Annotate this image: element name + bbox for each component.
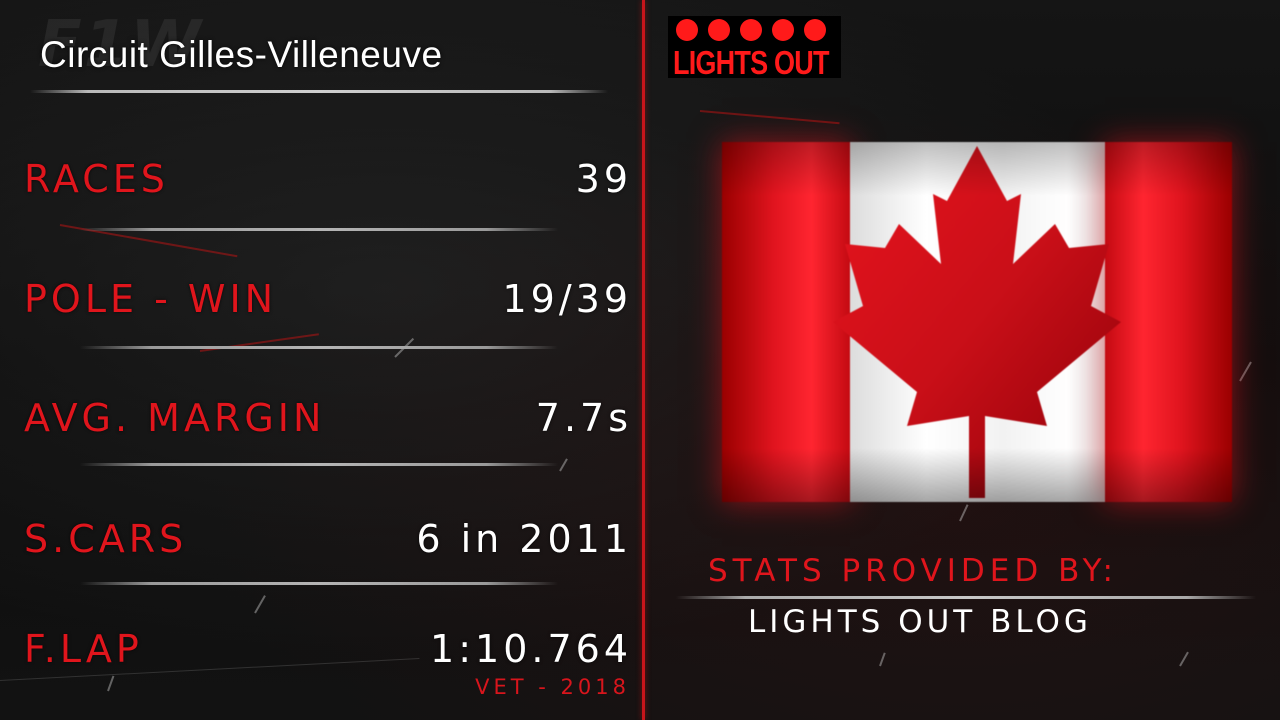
stat-label-safety-cars: S.CARS <box>24 517 188 561</box>
stat-divider <box>80 346 558 349</box>
stat-divider <box>80 463 558 466</box>
lights-out-logo: LIGHTS OUT <box>668 16 841 81</box>
title-divider <box>30 90 608 93</box>
canada-flag-icon <box>722 142 1232 502</box>
stat-label-fastest-lap: F.LAP <box>24 627 143 671</box>
stat-sub-fastest-lap-holder: VET - 2018 <box>475 675 630 699</box>
credits-value: LIGHTS OUT BLOG <box>748 604 1092 640</box>
stat-value-avg-margin: 7.7s <box>535 396 632 440</box>
stat-value-pole-win: 19/39 <box>502 277 632 321</box>
circuit-title: Circuit Gilles-Villeneuve <box>40 34 443 75</box>
vertical-divider <box>642 0 645 720</box>
stat-divider <box>80 582 558 585</box>
stat-value-races: 39 <box>575 157 632 201</box>
credits-divider <box>676 596 1256 599</box>
stat-label-pole-win: POLE - WIN <box>24 277 278 321</box>
stat-label-races: RACES <box>24 157 169 201</box>
logo-text: LIGHTS OUT <box>673 44 829 81</box>
stat-label-avg-margin: AVG. MARGIN <box>24 396 326 440</box>
stat-value-safety-cars: 6 in 2011 <box>416 517 632 561</box>
start-lights-icon <box>676 19 826 41</box>
credits-label: STATS PROVIDED BY: <box>708 553 1118 589</box>
stat-divider <box>80 228 558 231</box>
stat-value-fastest-lap: 1:10.764 <box>430 627 632 671</box>
